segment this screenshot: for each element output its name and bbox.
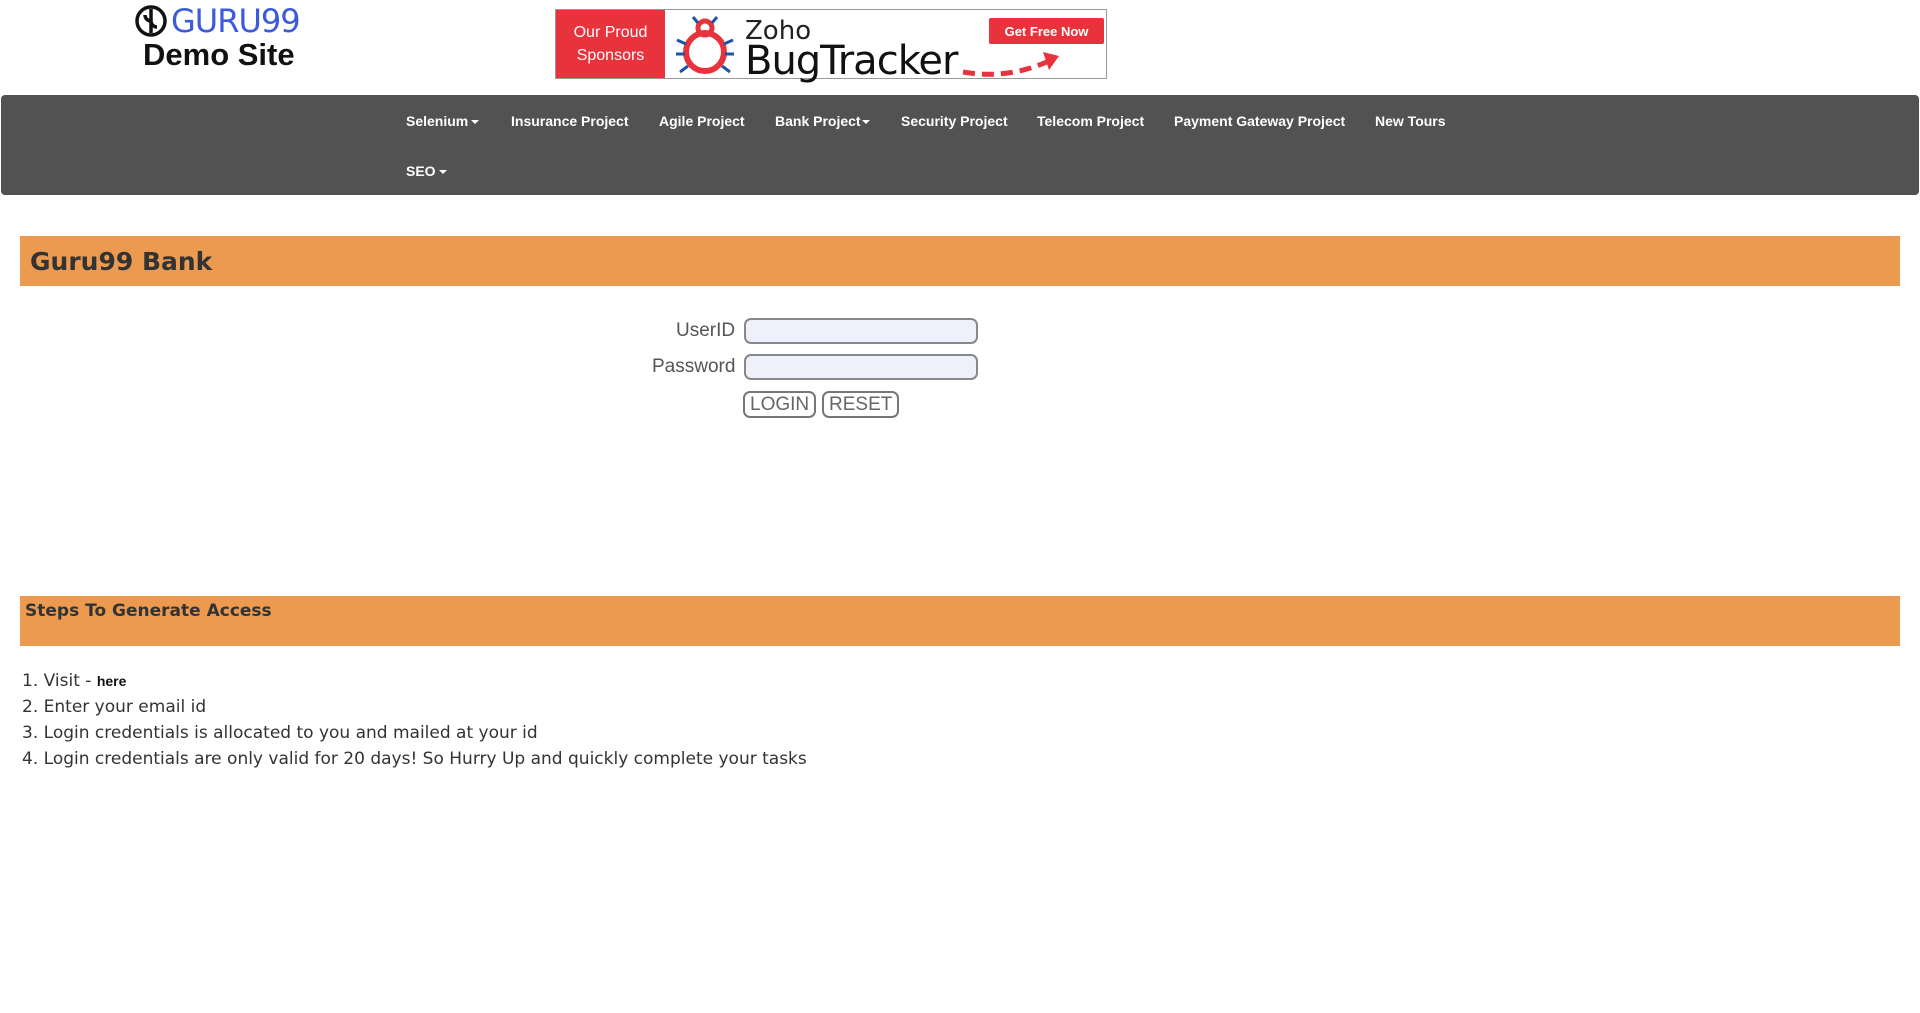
nav-item-label: Agile Project (659, 113, 745, 129)
steps-title-bar: Steps To Generate Access (20, 596, 1900, 646)
bug-icon (676, 16, 734, 74)
logo-brand-text: GURU99 (171, 2, 301, 40)
guru99-logo-icon (135, 5, 167, 37)
steps-title: Steps To Generate Access (25, 601, 272, 621)
list-item: 4. Login credentials are only valid for … (22, 746, 807, 772)
arrow-icon (962, 52, 1059, 77)
sponsor-label-line1: Our Proud (573, 24, 648, 41)
step-text: Login credentials is allocated to you an… (43, 723, 538, 743)
step-number: 1. (22, 671, 39, 691)
nav-item-label: New Tours (1375, 113, 1446, 129)
nav-item-telecom-project[interactable]: Telecom Project (1037, 113, 1144, 129)
nav-item-label: Telecom Project (1037, 113, 1145, 129)
sponsor-banner[interactable]: Our Proud Sponsors Zoho BugTracker Get F… (555, 9, 1107, 84)
userid-label: UserID (676, 320, 736, 341)
nav-item-label: Payment Gateway Project (1174, 113, 1346, 129)
reset-button[interactable]: RESET (822, 391, 900, 418)
nav-item-label: Selenium (406, 113, 469, 129)
sponsor-label-line2: Sponsors (576, 47, 645, 64)
list-item: 2. Enter your email id (22, 694, 807, 720)
get-free-now-button[interactable]: Get Free Now (989, 18, 1104, 44)
site-logo[interactable]: GURU99 Demo Site (135, 4, 305, 72)
list-item: 3. Login credentials is allocated to you… (22, 720, 807, 746)
visit-here-link[interactable]: here (97, 673, 127, 689)
caret-down-icon (438, 170, 447, 175)
login-button[interactable]: LOGIN (743, 391, 817, 418)
password-label: Password (652, 356, 736, 377)
step-number: 3. (22, 723, 39, 743)
password-input[interactable] (744, 354, 978, 380)
step-text: Visit - (43, 671, 97, 691)
sponsor-product: BugTracker (745, 38, 958, 84)
nav-item-security-project[interactable]: Security Project (901, 113, 1008, 129)
step-number: 2. (22, 697, 39, 717)
page-title-bar: Guru99 Bank (20, 236, 1900, 286)
nav-item-selenium[interactable]: Selenium (406, 113, 480, 129)
sponsor-ad[interactable]: Zoho BugTracker Get Free Now (665, 10, 1106, 84)
nav-item-seo[interactable]: SEO (406, 163, 447, 179)
list-item: 1. Visit - here (22, 668, 807, 694)
nav-item-new-tours[interactable]: New Tours (1375, 113, 1446, 129)
step-text: Login credentials are only valid for 20 … (43, 749, 807, 769)
logo-subtitle: Demo Site (143, 37, 295, 72)
nav-item-label: Security Project (901, 113, 1008, 129)
step-number: 4. (22, 749, 39, 769)
caret-down-icon (861, 120, 870, 125)
nav-item-insurance-project[interactable]: Insurance Project (511, 113, 629, 129)
nav-item-bank-project[interactable]: Bank Project (775, 113, 870, 129)
nav-item-label: Bank Project (775, 113, 861, 129)
steps-list: 1. Visit - here 2. Enter your email id 3… (22, 668, 807, 772)
page-title: Guru99 Bank (30, 247, 213, 276)
nav-item-label: Insurance Project (511, 113, 629, 129)
userid-input[interactable] (744, 318, 978, 344)
step-text: Enter your email id (43, 697, 207, 717)
nav-item-payment-gateway-project[interactable]: Payment Gateway Project (1174, 113, 1345, 129)
caret-down-icon (471, 120, 480, 125)
main-navbar: Selenium Insurance Project Agile Project… (1, 95, 1919, 195)
nav-item-agile-project[interactable]: Agile Project (659, 113, 745, 129)
nav-item-label: SEO (406, 163, 436, 179)
sponsor-label: Our Proud Sponsors (556, 10, 665, 78)
